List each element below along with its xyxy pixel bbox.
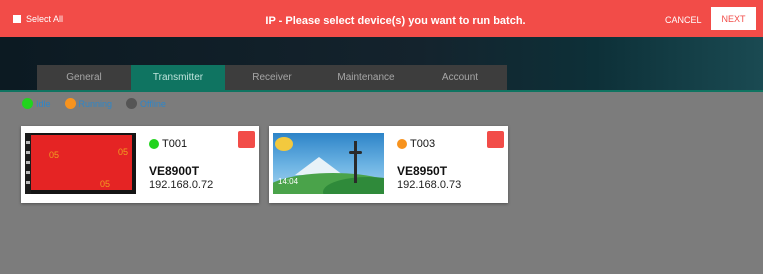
tab-maintenance[interactable]: Maintenance [319,65,413,90]
tab-transmitter[interactable]: Transmitter [131,65,225,90]
legend-item-idle: Idle [22,98,51,109]
running-status-dot-icon [397,139,407,149]
device-preview-thumbnail: 14:04 [273,133,384,194]
tower-top-shape [349,151,362,154]
preview-screen [31,135,132,190]
device-card[interactable]: 14:04 T003 VE8950T 192.168.0.73 [269,126,508,203]
tab-bar: General Transmitter Receiver Maintenance… [37,65,507,90]
legend-label: Running [78,98,113,109]
tab-general[interactable]: General [37,65,131,90]
cancel-button[interactable]: CANCEL [665,15,702,25]
preview-number: 05 [100,179,111,189]
top-bar: Select All IP - Please select device(s) … [0,0,763,37]
device-card[interactable]: 05 05 05 T001 VE8900T 192.168.0.72 [21,126,259,203]
device-name: T001 [162,138,188,150]
preview-time: 14:04 [278,177,299,186]
device-model: VE8950T [397,164,448,178]
legend-label: Idle [36,98,51,109]
tower-shape [354,141,357,183]
device-select-checkbox[interactable] [238,131,255,148]
page-title: IP - Please select device(s) you want to… [265,15,526,27]
idle-status-dot-icon [149,139,159,149]
preview-number: 05 [118,147,129,157]
preview-clock: 14:04 [278,177,298,186]
device-preview-thumbnail: 05 05 05 [25,133,136,194]
idle-status-dot-icon [22,98,33,109]
device-status: T003 [397,138,435,150]
device-model: VE8900T [149,164,200,178]
tab-underline [0,90,763,92]
device-ip: 192.168.0.73 [397,179,462,191]
device-status: T001 [149,138,187,150]
tab-receiver[interactable]: Receiver [225,65,319,90]
preview-number: 05 [49,150,60,160]
legend-item-running: Running [64,98,113,109]
device-ip: 192.168.0.72 [149,179,214,191]
offline-status-dot-icon [126,98,138,109]
device-name: T003 [410,138,436,150]
device-select-checkbox[interactable] [487,131,504,148]
status-legend: Idle Running Offline [22,98,180,109]
tab-account[interactable]: Account [413,65,507,90]
legend-label: Offline [140,98,166,109]
legend-item-offline: Offline [126,98,166,109]
sun-shape [275,137,293,151]
next-button[interactable]: NEXT [711,7,756,30]
running-status-dot-icon [64,98,76,109]
